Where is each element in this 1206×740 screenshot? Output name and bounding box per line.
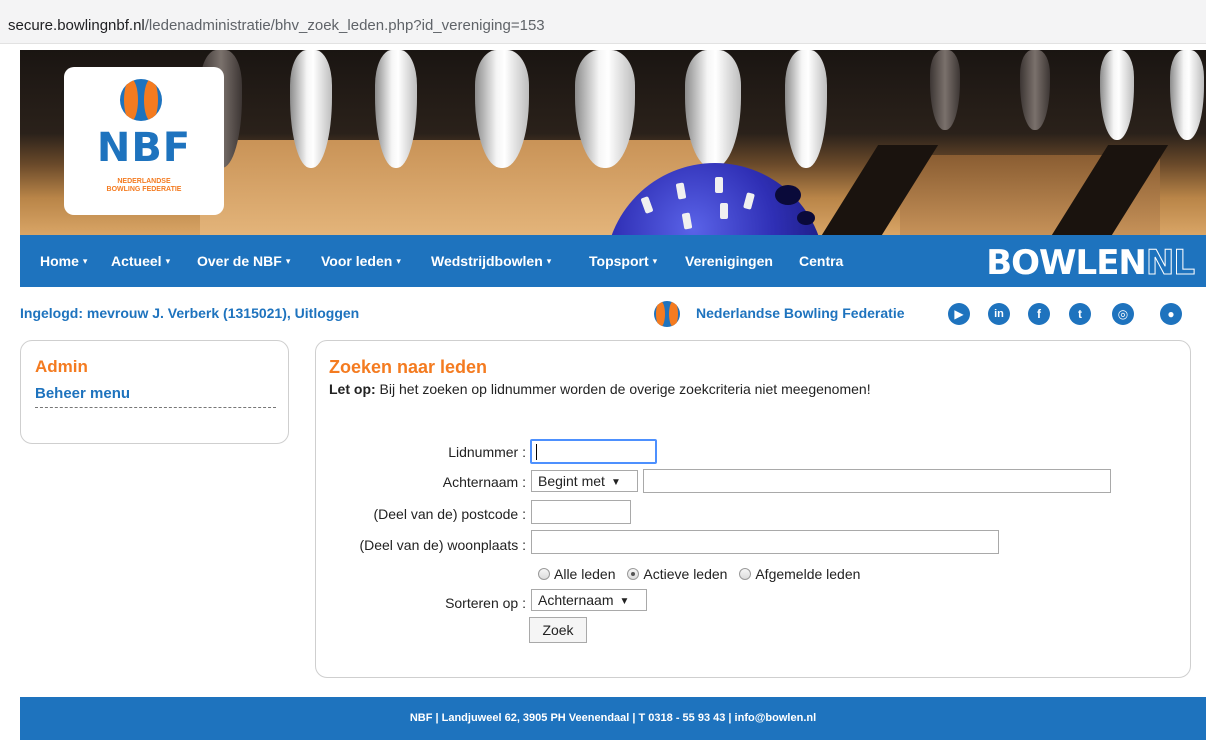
chevron-down-icon: ▾ xyxy=(82,256,88,266)
sort-select[interactable]: Achternaam ▼ xyxy=(531,589,647,611)
login-status[interactable]: Ingelogd: mevrouw J. Verberk (1315021), … xyxy=(20,305,359,321)
bowling-pin xyxy=(1100,50,1134,140)
facebook-icon[interactable]: f xyxy=(1028,303,1050,325)
bowling-pin xyxy=(685,50,741,168)
bowling-pin xyxy=(785,50,827,168)
postcode-label: (Deel van de) postcode : xyxy=(373,506,526,522)
chevron-down-icon: ▾ xyxy=(652,256,658,266)
beheer-menu-link[interactable]: Beheer menu xyxy=(35,385,130,402)
search-note: Let op: Bij het zoeken op lidnummer word… xyxy=(329,381,871,397)
nav-over-de-nbf[interactable]: Over de NBF ▾ xyxy=(197,253,290,269)
nav-centra[interactable]: Centra xyxy=(799,253,843,269)
youtube-icon[interactable]: ▶ xyxy=(948,303,970,325)
logo-subtitle: NEDERLANDSE BOWLING FEDERATIE xyxy=(106,178,182,193)
achternaam-label: Achternaam : xyxy=(442,474,526,490)
page-title: Zoeken naar leden xyxy=(329,357,488,377)
nav-topsport[interactable]: Topsport ▾ xyxy=(589,253,657,269)
postcode-input[interactable] xyxy=(531,500,631,524)
bowlen-nl-logo[interactable]: BOWLENNL xyxy=(986,243,1195,284)
bowling-pin xyxy=(1020,50,1050,130)
nav-actueel[interactable]: Actueel ▾ xyxy=(111,253,170,269)
nav-verenigingen[interactable]: Verenigingen xyxy=(685,253,773,269)
login-bar: Ingelogd: mevrouw J. Verberk (1315021), … xyxy=(20,301,1206,327)
bowling-pin xyxy=(1170,50,1204,140)
nav-voor-leden[interactable]: Voor leden ▾ xyxy=(321,253,401,269)
federation-name: Nederlandse Bowling Federatie xyxy=(696,305,905,321)
sort-label: Sorteren op : xyxy=(445,595,526,611)
zoek-button[interactable]: Zoek xyxy=(529,617,587,643)
main-navigation: Home ▾ Actueel ▾ Over de NBF ▾ Voor leden ▾ … xyxy=(20,235,1206,287)
member-status-group: Alle leden Actieve leden Afgemelde leden xyxy=(538,566,868,582)
federation-ball-icon xyxy=(654,301,680,327)
lidnummer-input[interactable] xyxy=(530,439,657,464)
logo-ball-icon xyxy=(120,79,162,121)
browser-address-bar[interactable]: secure.bowlingnbf.nl/ledenadministratie/… xyxy=(0,0,1206,44)
woonplaats-label: (Deel van de) woonplaats : xyxy=(359,537,526,553)
text-cursor xyxy=(536,444,537,460)
radio-actieve-leden[interactable] xyxy=(627,568,640,580)
chevron-down-icon: ▾ xyxy=(165,256,171,266)
admin-title: Admin xyxy=(35,357,88,376)
achternaam-mode-select[interactable]: Begint met ▼ xyxy=(531,470,638,492)
achternaam-input[interactable] xyxy=(643,469,1111,493)
dropdown-arrow-icon: ▼ xyxy=(610,477,621,488)
url-text: secure.bowlingnbf.nl/ledenadministratie/… xyxy=(8,17,545,34)
chevron-down-icon: ▾ xyxy=(546,256,552,266)
divider xyxy=(35,407,276,408)
nav-wedstrijdbowlen[interactable]: Wedstrijdbowlen ▾ xyxy=(431,253,551,269)
nav-home[interactable]: Home ▾ xyxy=(40,253,87,269)
logo-text: NBF xyxy=(96,125,192,171)
flickr-icon[interactable]: ● xyxy=(1160,303,1182,325)
twitter-icon[interactable]: t xyxy=(1069,303,1091,325)
admin-panel: Admin Beheer menu xyxy=(20,340,289,444)
lidnummer-label: Lidnummer : xyxy=(448,444,526,460)
linkedin-icon[interactable]: in xyxy=(988,303,1010,325)
radio-afgemelde-leden[interactable] xyxy=(739,568,752,580)
chevron-down-icon: ▾ xyxy=(285,256,291,266)
woonplaats-input[interactable] xyxy=(531,530,999,554)
footer: NBF | Landjuweel 62, 3905 PH Veenendaal … xyxy=(20,697,1206,740)
radio-alle-leden[interactable] xyxy=(538,568,550,580)
footer-contact: NBF | Landjuweel 62, 3905 PH Veenendaal … xyxy=(409,712,817,724)
dropdown-arrow-icon: ▼ xyxy=(619,596,630,607)
chevron-down-icon: ▾ xyxy=(396,256,401,266)
bowling-pin xyxy=(930,50,960,130)
instagram-icon[interactable]: ◎ xyxy=(1112,303,1134,325)
nbf-logo[interactable]: NBF NEDERLANDSE BOWLING FEDERATIE xyxy=(64,67,224,215)
